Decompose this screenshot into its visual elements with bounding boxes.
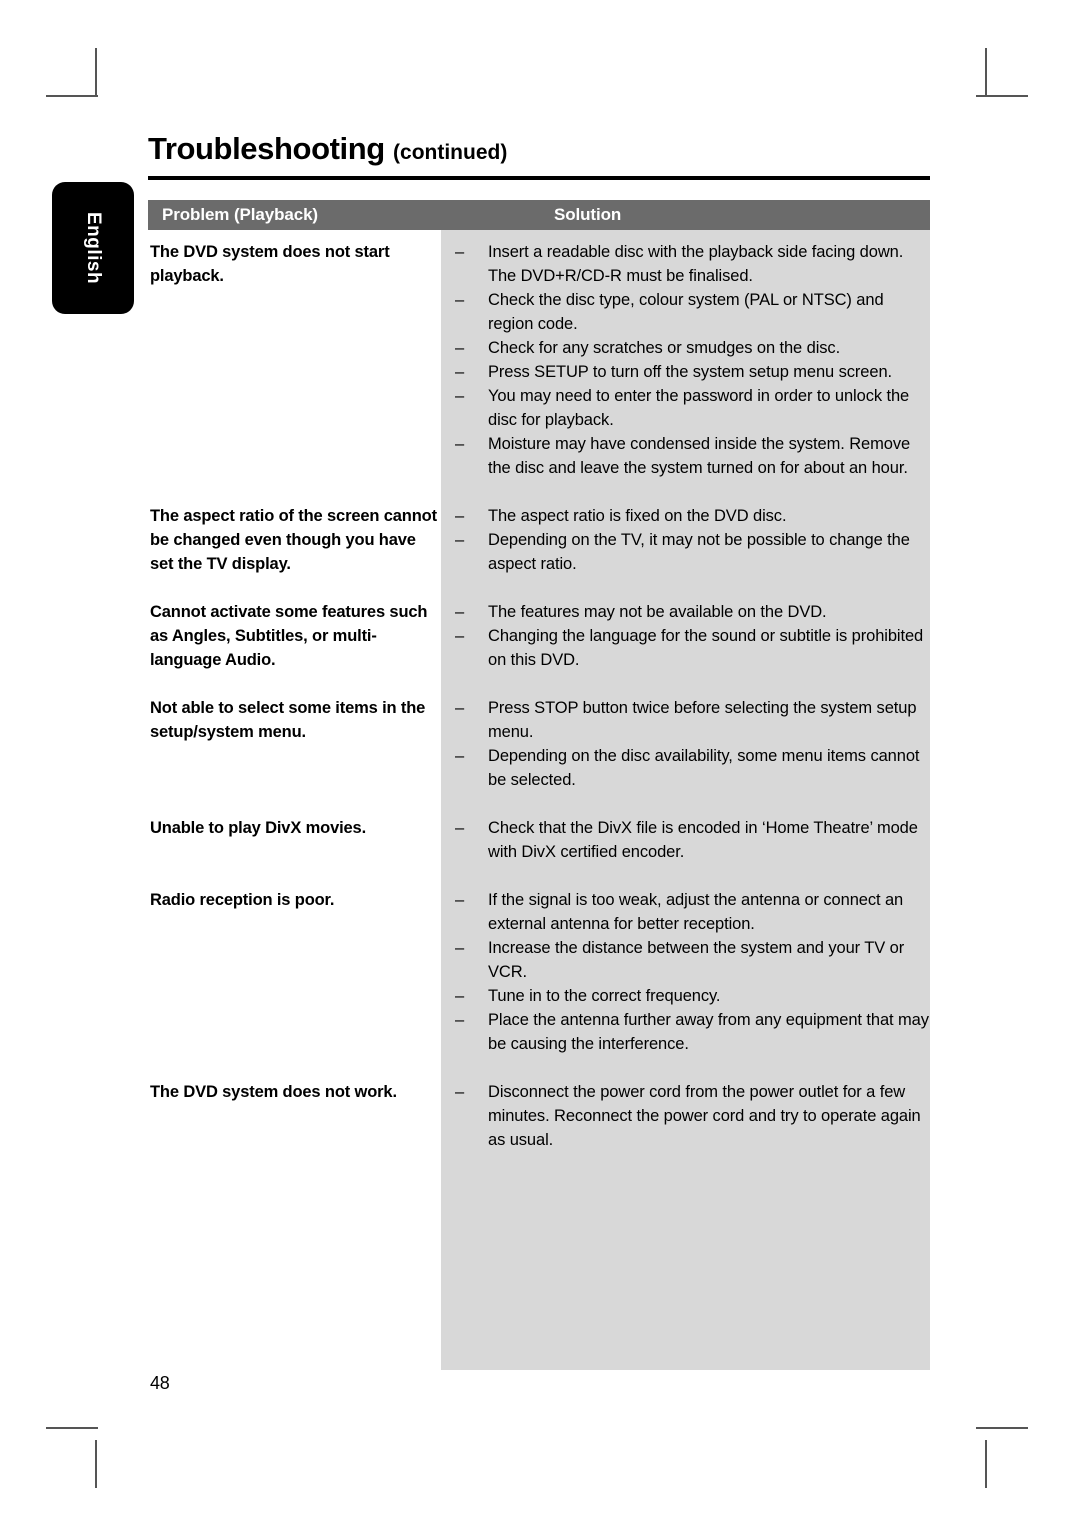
solution-bullet-text: Moisture may have condensed inside the s…: [488, 435, 911, 477]
bullet-dash-icon: –: [455, 339, 465, 357]
solution-cell: – Check that the DivX file is encoded in …: [441, 816, 930, 864]
bullet-dash-icon: –: [455, 987, 465, 1005]
solution-cell: – If the signal is too weak, adjust the a…: [441, 888, 930, 1056]
bullet-dash-icon: –: [455, 603, 465, 621]
solution-bullet: – Disconnect the power cord from the powe…: [455, 1080, 930, 1152]
solution-bullet-text: Check that the DivX file is encoded in ‘…: [488, 819, 918, 861]
bullet-dash-icon: –: [455, 507, 465, 525]
solution-cell: – The features may not be available on th…: [441, 600, 930, 672]
solution-bullet: – Press SETUP to turn off the system setu…: [455, 360, 930, 384]
solution-bullet: – Check the disc type, colour system (PAL…: [455, 288, 930, 336]
bullet-dash-icon: –: [455, 939, 465, 957]
solution-bullet-text: Tune in to the correct frequency.: [488, 987, 721, 1005]
solution-bullet-text: Disconnect the power cord from the power…: [488, 1083, 921, 1149]
bullet-dash-icon: –: [455, 627, 465, 645]
solution-bullet-text: Check for any scratches or smudges on th…: [488, 339, 841, 357]
column-header-problem: Problem (Playback): [162, 205, 318, 224]
solution-bullet-text: Place the antenna further away from any …: [488, 1011, 929, 1053]
table-row: The DVD system does not work. – Disconnect…: [148, 1080, 930, 1152]
solution-bullet-text: You may need to enter the password in or…: [488, 387, 910, 429]
page-title-suffix: (continued): [393, 141, 508, 164]
solution-bullet-text: Depending on the TV, it may not be possi…: [488, 531, 910, 573]
solution-bullet: – The aspect ratio is fixed on the DVD di…: [455, 504, 930, 528]
problem-cell: The DVD system does not start playback.: [150, 243, 390, 285]
solution-cell: – Disconnect the power cord from the powe…: [441, 1080, 930, 1152]
solution-bullet: – Increase the distance between the syste…: [455, 936, 930, 984]
solution-bullet-text: Check the disc type, colour system (PAL …: [488, 291, 884, 333]
bullet-dash-icon: –: [455, 291, 465, 309]
bullet-dash-icon: –: [455, 435, 465, 453]
crop-mark-bottom-right-vertical: [985, 1440, 987, 1488]
language-tab-label: English: [83, 211, 104, 285]
bullet-dash-icon: –: [455, 699, 465, 717]
solution-bullet-text: If the signal is too weak, adjust the an…: [488, 891, 904, 933]
title-rule: [148, 176, 930, 180]
bullet-dash-icon: –: [455, 387, 465, 405]
solution-bullet: – Place the antenna further away from any…: [455, 1008, 930, 1056]
column-header-solution: Solution: [554, 205, 622, 224]
table-row: Not able to select some items in the set…: [148, 696, 930, 792]
crop-mark-bottom-left-horizontal: [46, 1427, 98, 1429]
solution-cell: – Insert a readable disc with the playbac…: [441, 240, 930, 480]
solution-bullet-text: Changing the language for the sound or s…: [488, 627, 924, 669]
page-title-main: Troubleshooting: [148, 131, 385, 166]
solution-bullet-text: Press STOP button twice before selecting…: [488, 699, 917, 741]
solution-cell: – The aspect ratio is fixed on the DVD di…: [441, 504, 930, 576]
page-number: 48: [150, 1373, 170, 1393]
crop-mark-top-left-vertical: [95, 48, 97, 96]
solution-bullet-text: Increase the distance between the system…: [488, 939, 905, 981]
problem-cell: Radio reception is poor.: [150, 891, 335, 909]
crop-mark-bottom-right-horizontal: [976, 1427, 1028, 1429]
bullet-dash-icon: –: [455, 747, 465, 765]
problem-cell: Not able to select some items in the set…: [150, 699, 426, 741]
crop-mark-bottom-left-vertical: [95, 1440, 97, 1488]
problem-cell: The aspect ratio of the screen cannot be…: [150, 507, 437, 573]
solution-bullet-text: Insert a readable disc with the playback…: [488, 243, 904, 285]
solution-bullet-text: Press SETUP to turn off the system setup…: [488, 363, 893, 381]
crop-mark-top-left-horizontal: [46, 95, 98, 97]
bullet-dash-icon: –: [455, 531, 465, 549]
solution-bullet: – Moisture may have condensed inside the …: [455, 432, 930, 480]
table-body: The DVD system does not start playback. –…: [148, 240, 930, 1176]
page-title: Troubleshooting (continued): [148, 131, 507, 167]
bullet-dash-icon: –: [455, 243, 465, 261]
solution-bullet: – Depending on the disc availability, som…: [455, 744, 930, 792]
table-row: The DVD system does not start playback. –…: [148, 240, 930, 480]
table-header-bar: Problem (Playback) Solution: [148, 200, 930, 230]
solution-bullet: – Press STOP button twice before selectin…: [455, 696, 930, 744]
table-row: Cannot activate some features such as An…: [148, 600, 930, 672]
problem-cell: The DVD system does not work.: [150, 1083, 397, 1101]
problem-cell: Cannot activate some features such as An…: [150, 603, 428, 669]
language-tab: English: [52, 182, 134, 314]
bullet-dash-icon: –: [455, 1083, 465, 1101]
table-row: Radio reception is poor. – If the signal i…: [148, 888, 930, 1056]
bullet-dash-icon: –: [455, 819, 465, 837]
bullet-dash-icon: –: [455, 891, 465, 909]
table-row: Unable to play DivX movies. – Check that t…: [148, 816, 930, 864]
solution-bullet: – Check for any scratches or smudges on t…: [455, 336, 930, 360]
problem-cell: Unable to play DivX movies.: [150, 819, 367, 837]
solution-bullet: – Check that the DivX file is encoded in …: [455, 816, 930, 864]
solution-bullet: – If the signal is too weak, adjust the a…: [455, 888, 930, 936]
solution-bullet: – Depending on the TV, it may not be poss…: [455, 528, 930, 576]
solution-bullet: – Tune in to the correct frequency.: [455, 984, 930, 1008]
bullet-dash-icon: –: [455, 363, 465, 381]
crop-mark-top-right-vertical: [985, 48, 987, 96]
solution-cell: – Press STOP button twice before selectin…: [441, 696, 930, 792]
solution-bullet-text: The features may not be available on the…: [488, 603, 827, 621]
bullet-dash-icon: –: [455, 1011, 465, 1029]
crop-mark-top-right-horizontal: [976, 95, 1028, 97]
table-row: The aspect ratio of the screen cannot be…: [148, 504, 930, 576]
solution-bullet: – Changing the language for the sound or …: [455, 624, 930, 672]
solution-bullet-text: Depending on the disc availability, some…: [488, 747, 920, 789]
solution-bullet: – You may need to enter the password in o…: [455, 384, 930, 432]
solution-bullet-text: The aspect ratio is fixed on the DVD dis…: [488, 507, 787, 525]
solution-bullet: – Insert a readable disc with the playbac…: [455, 240, 930, 288]
solution-bullet: – The features may not be available on th…: [455, 600, 930, 624]
